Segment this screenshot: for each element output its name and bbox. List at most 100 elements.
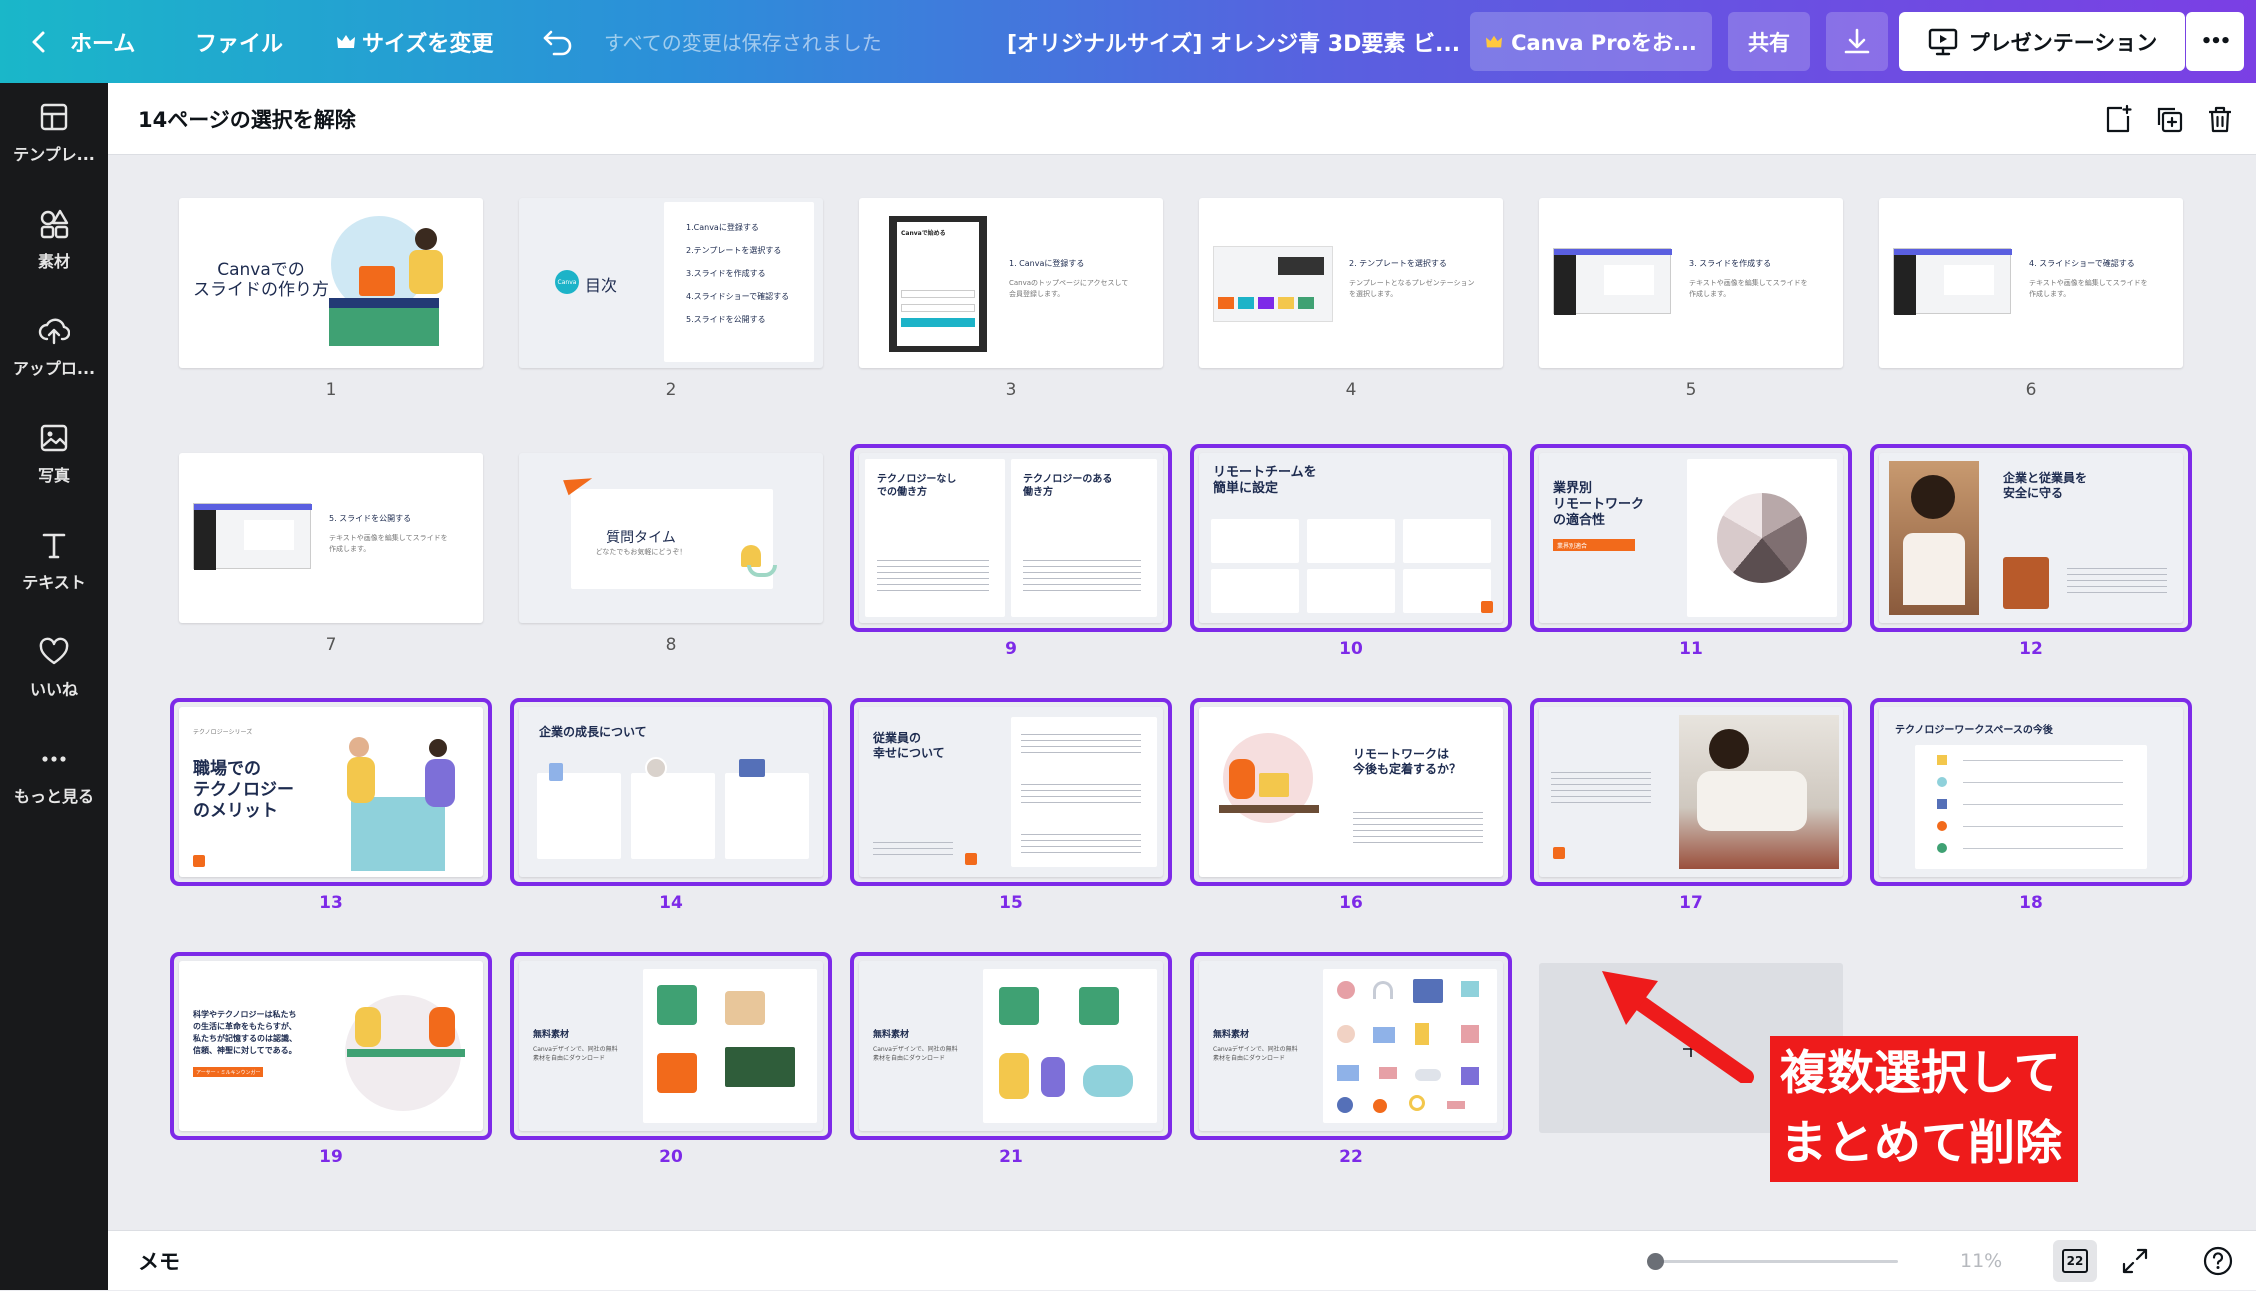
fullscreen-button[interactable] [2115, 1241, 2155, 1281]
page-thumbnail-14[interactable]: 企業の成長について 14 [510, 698, 832, 913]
browser-icon [1373, 1027, 1395, 1043]
share-button[interactable]: 共有 [1728, 12, 1810, 71]
download-button[interactable] [1826, 12, 1888, 71]
editor-screenshot [1893, 248, 2012, 315]
step-card [1211, 569, 1299, 613]
page-count-button[interactable]: 22 [2053, 1240, 2097, 1282]
slide-title: 科学やテクノロジーは私たち の生活に革命をもたらすが、 私たちが記憶するのは認識… [193, 1010, 297, 1055]
present-button[interactable]: プレゼンテーション [1899, 12, 2185, 71]
save-status: すべての変更は保存されました [604, 31, 882, 55]
photo-frame-icon [1461, 1067, 1479, 1085]
canva-pro-button[interactable]: Canva Proをお... [1470, 12, 1712, 71]
sidebar-item-text[interactable]: テキスト [0, 511, 108, 611]
slide-heading: 2. テンプレートを選択する [1349, 259, 1447, 268]
slide-preview: Canva 目次 1.Canvaに登録する 2.テンプレートを選択する 3.スラ… [519, 198, 823, 368]
page-thumbnail-15[interactable]: 従業員の 幸せについて 15 [850, 698, 1172, 913]
slide-preview: リモートチームを 簡単に設定 [1199, 453, 1503, 623]
page-number: 18 [2019, 893, 2043, 913]
page-thumbnail-8[interactable]: 質問タイム どなたでもお気軽にどうぞ！ 8 [519, 453, 823, 655]
page-number: 3 [1005, 380, 1017, 400]
page-thumbnail-9[interactable]: テクノロジーなし での働き方 テクノロジーのある 働き方 9 [850, 444, 1172, 659]
add-page-button[interactable] [2100, 101, 2136, 137]
page-thumbnail-10[interactable]: リモートチームを 簡単に設定 10 [1190, 444, 1512, 659]
step-card [1307, 519, 1395, 563]
home-button[interactable]: ホーム [30, 0, 135, 83]
page-thumbnail-22[interactable]: 無料素材 Canvaデザインで、同社の無料 素材を自由にダウンロード 22 [1190, 952, 1512, 1167]
moon-icon [1409, 1095, 1425, 1111]
zoom-slider[interactable] [1648, 1260, 1898, 1263]
page-thumbnail-18[interactable]: テクノロジーワークスペースの今後 18 [1870, 698, 2192, 913]
person-illustration [347, 757, 375, 803]
sidebar-item-photos[interactable]: 写真 [0, 404, 108, 504]
page-thumbnail-20[interactable]: 無料素材 Canvaデザインで、同社の無料 素材を自由にダウンロード 20 [510, 952, 832, 1167]
more-options-button[interactable]: ••• [2186, 12, 2244, 71]
page-thumbnail-2[interactable]: Canva 目次 1.Canvaに登録する 2.テンプレートを選択する 3.スラ… [519, 198, 823, 400]
page-number: 15 [999, 893, 1023, 913]
page-thumbnail-17[interactable]: 17 [1530, 698, 1852, 913]
slide-tag: 業界別適合 [1553, 539, 1635, 551]
column-title: テクノロジーなし での働き方 [877, 474, 957, 498]
slide-preview: Canvaで始める 1. Canvaに登録する Canvaのトップページにアクセ… [859, 198, 1163, 368]
slide-body: Canvaデザインで、同社の無料 素材を自由にダウンロード [873, 1046, 958, 1062]
slide-heading: 1. Canvaに登録する [1009, 259, 1085, 268]
clock-icon [1337, 981, 1355, 999]
slide-body: テキストや画像を編集してスライドを 作成します。 [1689, 279, 1808, 298]
sidebar-item-likes[interactable]: いいね [0, 618, 108, 718]
photo-body [1903, 533, 1965, 605]
slide-preview: Canvaでの スライドの作り方 [179, 198, 483, 368]
resize-button[interactable]: サイズを変更 [336, 0, 493, 83]
accent-square [1481, 601, 1493, 613]
calculator-icon [1415, 1023, 1429, 1045]
body-text-lines [2067, 563, 2167, 595]
sidebar-item-more[interactable]: もっと見る [0, 725, 108, 825]
clock-icon [1337, 1025, 1355, 1043]
editor-canvas-preview [244, 520, 294, 550]
slide-preview: 5. スライドを公開する テキストや画像を編集してスライドを 作成します。 [179, 453, 483, 623]
duplicate-page-button[interactable] [2151, 101, 2187, 137]
page-number: 5 [1685, 380, 1697, 400]
browser-icon [1337, 1065, 1359, 1081]
page-thumbnail-6[interactable]: 4. スライドショーで確認する テキストや画像を編集してスライドを 作成します。… [1879, 198, 2183, 400]
bullet-list [877, 555, 989, 595]
sidebar-item-elements[interactable]: 素材 [0, 190, 108, 290]
login-panel: Canvaで始める [897, 222, 979, 346]
sidebar-item-label: テキスト [22, 573, 86, 592]
page-thumbnail-19[interactable]: 科学やテクノロジーは私たち の生活に革命をもたらすが、 私たちが記憶するのは認識… [170, 952, 492, 1167]
slide-body: テンプレートとなるプレゼンテーション を選択します。 [1349, 279, 1475, 298]
undo-button[interactable] [542, 0, 574, 83]
page-thumbnail-7[interactable]: 5. スライドを公開する テキストや画像を編集してスライドを 作成します。 7 [179, 453, 483, 655]
document-title[interactable]: [オリジナルサイズ] オレンジ青 3D要素 ビ... [1007, 0, 1460, 83]
delete-page-button[interactable] [2202, 101, 2238, 137]
page-number: 11 [1679, 639, 1703, 659]
template-tile [1298, 297, 1314, 309]
monitor-icon [1413, 979, 1443, 1003]
deselect-pages-button[interactable]: 14ページの選択を解除 [138, 83, 356, 155]
page-thumbnail-5[interactable]: 3. スライドを作成する テキストや画像を編集してスライドを 作成します。 5 [1539, 198, 1843, 400]
zoom-slider-handle[interactable] [1646, 1253, 1664, 1270]
sidebar-item-uploads[interactable]: アップロ... [0, 297, 108, 397]
page-thumbnail-3[interactable]: Canvaで始める 1. Canvaに登録する Canvaのトップページにアクセ… [859, 198, 1163, 400]
sidebar-item-label: アップロ... [12, 359, 96, 378]
page-thumbnail-12[interactable]: 企業と従業員を 安全に守る 12 [1870, 444, 2192, 659]
page-number: 1 [325, 380, 337, 400]
zoom-percentage[interactable]: 11% [1960, 1231, 2002, 1291]
page-thumbnail-16[interactable]: リモートワークは 今後も定着するか？ 16 [1190, 698, 1512, 913]
page-thumbnail-11[interactable]: 業界別 リモートワーク の適合性 業界別適合 11 [1530, 444, 1852, 659]
sidebar-item-templates[interactable]: テンプレ... [0, 83, 108, 183]
asset-illustration [1079, 987, 1119, 1025]
slide-preview: 科学やテクノロジーは私たち の生活に革命をもたらすが、 私たちが記憶するのは認識… [179, 961, 483, 1131]
body-text-lines [1021, 779, 1141, 805]
page-thumbnail-1[interactable]: Canvaでの スライドの作り方 1 [179, 198, 483, 400]
page-thumbnail-4[interactable]: 2. テンプレートを選択する テンプレートとなるプレゼンテーション を選択します… [1199, 198, 1503, 400]
comparison-column: テクノロジーなし での働き方 [865, 459, 1005, 617]
page-thumbnail-21[interactable]: 無料素材 Canvaデザインで、同社の無料 素材を自由にダウンロード 21 [850, 952, 1172, 1167]
file-menu[interactable]: ファイル [195, 0, 283, 83]
template-tile [1258, 297, 1274, 309]
sidebar-item-label: もっと見る [13, 787, 94, 806]
page-number: 10 [1339, 639, 1363, 659]
notes-button[interactable]: メモ [138, 1231, 180, 1291]
help-button[interactable] [2198, 1241, 2238, 1281]
person-illustration [425, 759, 455, 807]
slide-body: テキストや画像を編集してスライドを 作成します。 [329, 534, 448, 553]
page-thumbnail-13[interactable]: テクノロジーシリーズ 職場での テクノロジー のメリット 13 [170, 698, 492, 913]
